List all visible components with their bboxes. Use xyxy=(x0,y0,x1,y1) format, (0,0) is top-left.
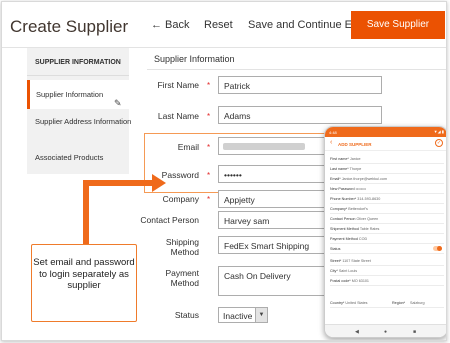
phone-row-label: Street* xyxy=(330,259,342,263)
admin-window: Create Supplier ← Back Reset Save and Co… xyxy=(1,1,447,341)
phone-row-label: Email* xyxy=(330,177,341,181)
phone-row-value: Oliver Queen xyxy=(356,217,379,221)
phone-form-row[interactable]: Payment Method COD xyxy=(330,235,444,244)
phone-title: ADD SUPPLIER xyxy=(338,142,372,147)
status-icons: ▼◢ ▮ xyxy=(433,129,444,134)
phone-row-value: Bettendorf's xyxy=(348,207,368,211)
phone-row-label: New Password xyxy=(330,187,355,191)
phone-row-label: Contact Person xyxy=(330,217,356,221)
phone-form-row[interactable]: New Password •••••••• xyxy=(330,185,444,194)
phone-row-value: MO 63101 xyxy=(351,279,369,283)
phone-row-value: Table Rates xyxy=(359,227,380,231)
phone-header: ‹ ADD SUPPLIER ✓ xyxy=(325,137,446,151)
phone-form-row[interactable]: Contact Person Oliver Queen xyxy=(330,215,444,224)
phone-form-row[interactable]: Status xyxy=(330,245,444,254)
phone-row-label: Postal code* xyxy=(330,279,351,283)
phone-form-row[interactable]: Street* 1107 State Street xyxy=(330,257,444,266)
phone-row-label: Shipment Method xyxy=(330,227,359,231)
phone-form-row[interactable]: Last name* Thorpe xyxy=(330,165,444,174)
status-time: 4:48 xyxy=(329,130,337,135)
phone-form-row[interactable]: Company* Bettendorf's xyxy=(330,205,444,214)
phone-row-label: Payment Method xyxy=(330,237,358,241)
nav-back-icon[interactable]: ◀ xyxy=(355,329,359,335)
phone-row-label: City* xyxy=(330,269,338,273)
phone-row-label: Company* xyxy=(330,207,348,211)
phone-form-row[interactable]: First name* Janice xyxy=(330,155,444,164)
phone-row-value: 1107 State Street xyxy=(342,259,371,263)
phone-row-label: Last name* xyxy=(330,167,349,171)
phone-nav-bar: ◀ ● ■ xyxy=(325,324,446,337)
nav-home-icon[interactable]: ● xyxy=(384,329,387,335)
phone-row-value: •••••••• xyxy=(355,187,366,191)
phone-row-value: Janice.thorpe@webkul.com xyxy=(341,177,388,181)
phone-form-row[interactable]: Email* Janice.thorpe@webkul.com xyxy=(330,175,444,184)
check-icon[interactable]: ✓ xyxy=(435,139,443,147)
phone-row-value: Janice xyxy=(349,157,361,161)
phone-form-row[interactable]: Postal code* MO 63101 xyxy=(330,277,444,286)
phone-status-bar: 4:48 ▼◢ ▮ xyxy=(325,127,446,137)
nav-recent-icon[interactable]: ■ xyxy=(413,329,416,335)
back-arrow-icon[interactable]: ‹ xyxy=(330,139,332,146)
phone-row-label: Status xyxy=(330,247,341,251)
status-toggle[interactable] xyxy=(433,246,442,251)
phone-form-row[interactable]: City* Saint Louis xyxy=(330,267,444,276)
phone-country-row[interactable]: Country* United States Region* Salzburg xyxy=(330,299,444,308)
callout-note: Set email and password to login separate… xyxy=(31,244,137,322)
phone-row-value: COD xyxy=(358,237,368,241)
mobile-app-preview: 4:48 ▼◢ ▮ ‹ ADD SUPPLIER ✓ First name* J… xyxy=(324,126,446,338)
phone-row-label: Phone Number* xyxy=(330,197,357,201)
phone-row-label: First name* xyxy=(330,157,349,161)
phone-row-value: Saint Louis xyxy=(338,269,358,273)
phone-form-row[interactable]: Phone Number* 314-593-8630 xyxy=(330,195,444,204)
screenshot-stage: Create Supplier ← Back Reset Save and Co… xyxy=(0,0,450,343)
phone-row-value: 314-593-8630 xyxy=(357,197,381,201)
phone-row-value: Thorpe xyxy=(349,167,362,171)
phone-form-row[interactable]: Shipment Method Table Rates xyxy=(330,225,444,234)
